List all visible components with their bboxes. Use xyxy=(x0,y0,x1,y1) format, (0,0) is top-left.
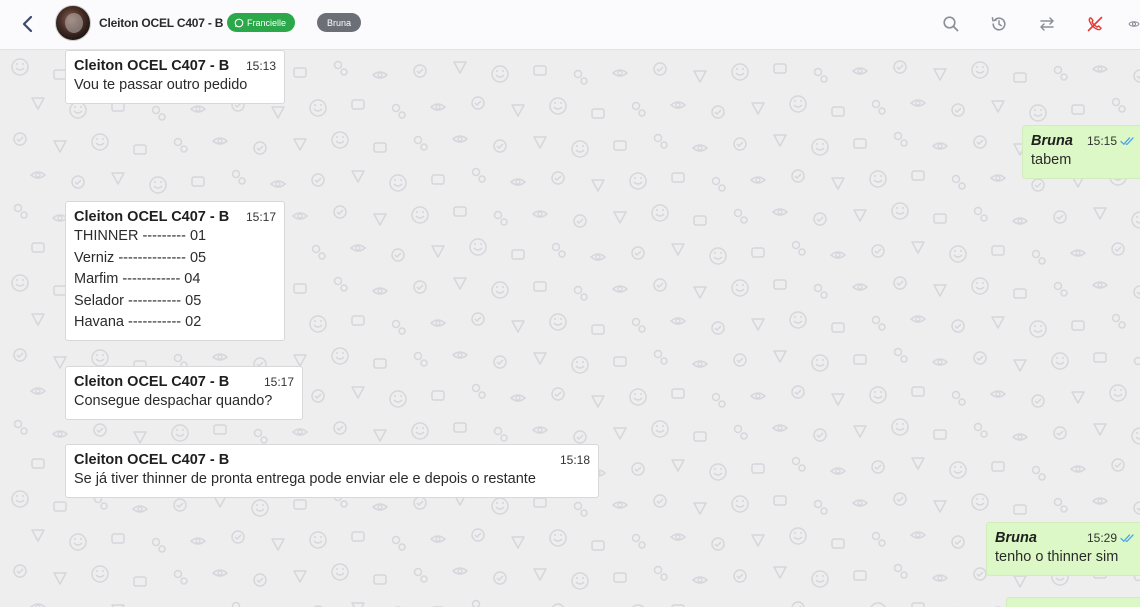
message-bubble-outgoing[interactable]: Bruna 15:15 tabem xyxy=(1022,125,1140,179)
message-sender: Cleiton OCEL C407 - B xyxy=(74,374,230,390)
message-bubble-outgoing[interactable]: Bruna 15:29 tenho o thinner sim xyxy=(986,522,1140,576)
whatsapp-icon xyxy=(234,18,244,27)
agent-badge-label: Francielle xyxy=(247,17,287,28)
message-bubble-outgoing-partial[interactable] xyxy=(1006,597,1140,607)
search-icon[interactable] xyxy=(939,12,963,36)
order-line: Selador ----------- 05 xyxy=(74,292,202,309)
message-sender: Cleiton OCEL C407 - B xyxy=(74,58,230,74)
message-time: 15:15 xyxy=(1086,134,1117,148)
message-sender: Bruna xyxy=(1031,133,1073,149)
order-line: Verniz -------------- 05 xyxy=(74,249,207,266)
message-bubble-incoming[interactable]: Cleiton OCEL C407 - B 15:17 Consegue desp… xyxy=(65,366,303,420)
message-bubble-incoming[interactable]: Cleiton OCEL C407 - B 15:18 Se já tiver t… xyxy=(65,444,599,498)
avatar[interactable] xyxy=(55,5,91,41)
tag-badge[interactable]: Bruna xyxy=(317,13,362,32)
message-bubble-incoming[interactable]: Cleiton OCEL C407 - B 15:13 Vou te passar… xyxy=(65,50,285,104)
message-time: 15:17 xyxy=(263,375,294,389)
contact-name[interactable]: Cleiton OCEL C407 - B xyxy=(99,16,223,30)
message-text: tenho o thinner sim xyxy=(995,549,1119,565)
read-ticks-icon xyxy=(1120,534,1134,543)
message-text: Se já tiver thinner de pronta entrega po… xyxy=(74,471,536,487)
message-sender: Cleiton OCEL C407 - B xyxy=(74,209,230,225)
chat-header: Cleiton OCEL C407 - B Francielle Bruna xyxy=(0,0,1140,50)
agent-badge: Francielle xyxy=(227,13,296,32)
message-text: Vou te passar outro pedido xyxy=(74,77,248,93)
message-sender: Cleiton OCEL C407 - B xyxy=(74,452,230,468)
message-time: 15:17 xyxy=(245,210,276,224)
transfer-icon[interactable] xyxy=(1035,12,1059,36)
message-time: 15:13 xyxy=(245,59,276,73)
tag-badge-label: Bruna xyxy=(327,17,352,28)
history-icon[interactable] xyxy=(987,12,1011,36)
order-line: THINNER --------- 01 xyxy=(74,228,207,244)
order-line: Havana ----------- 02 xyxy=(74,314,202,330)
message-bubble-incoming[interactable]: Cleiton OCEL C407 - B 15:17 THINNER -----… xyxy=(65,201,285,341)
view-icon[interactable] xyxy=(1128,12,1140,36)
message-time: 15:29 xyxy=(1086,531,1117,545)
message-text: tabem xyxy=(1031,152,1072,168)
message-sender: Bruna xyxy=(995,530,1037,546)
read-ticks-icon xyxy=(1120,137,1134,146)
end-call-icon[interactable] xyxy=(1083,12,1107,36)
back-arrow-icon[interactable] xyxy=(16,12,40,36)
message-time: 15:18 xyxy=(559,453,590,467)
message-text: Consegue despachar quando? xyxy=(74,393,273,409)
order-line: Marfim ------------ 04 xyxy=(74,271,201,287)
